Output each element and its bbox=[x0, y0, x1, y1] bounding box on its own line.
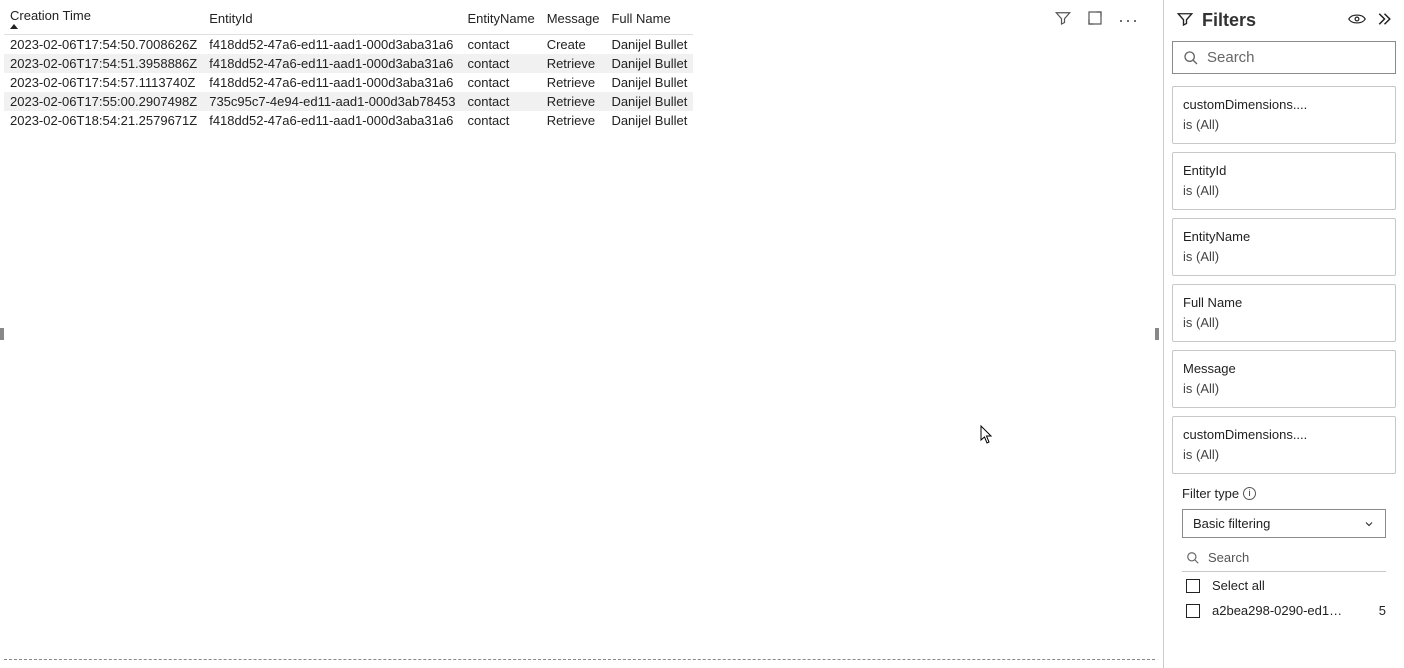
table-cell: contact bbox=[461, 73, 540, 92]
table-cell: 2023-02-06T17:54:51.3958886Z bbox=[4, 54, 203, 73]
filter-card[interactable]: EntityIdis (All) bbox=[1172, 152, 1396, 210]
table-cell: contact bbox=[461, 54, 540, 73]
table-cell: f418dd52-47a6-ed11-aad1-000d3aba31a6 bbox=[203, 73, 461, 92]
table-cell: contact bbox=[461, 92, 540, 111]
filter-type-label: Filter type bbox=[1182, 486, 1239, 501]
filter-field-name: Message bbox=[1183, 359, 1385, 379]
table-row[interactable]: 2023-02-06T17:55:00.2907498Z735c95c7-4e9… bbox=[4, 92, 693, 111]
table-cell: f418dd52-47a6-ed11-aad1-000d3aba31a6 bbox=[203, 35, 461, 55]
filter-field-name: EntityName bbox=[1183, 227, 1385, 247]
table-cell: Danijel Bullet bbox=[605, 111, 693, 130]
filter-field-name: EntityId bbox=[1183, 161, 1385, 181]
filters-search-input[interactable]: Search bbox=[1172, 41, 1396, 74]
table-cell: f418dd52-47a6-ed11-aad1-000d3aba31a6 bbox=[203, 111, 461, 130]
filter-field-name: customDimensions.... bbox=[1183, 95, 1385, 115]
table-cell: contact bbox=[461, 111, 540, 130]
table-cell: Retrieve bbox=[541, 54, 606, 73]
col-creation-time[interactable]: Creation Time bbox=[4, 3, 203, 35]
filters-pane: Filters Search customDimensions....is (A… bbox=[1164, 0, 1404, 668]
table-cell: Danijel Bullet bbox=[605, 35, 693, 55]
filter-value-row[interactable]: a2bea298-0290-ed1… 5 bbox=[1172, 597, 1396, 622]
focus-mode-icon[interactable] bbox=[1086, 9, 1104, 30]
visibility-icon[interactable] bbox=[1348, 12, 1366, 29]
table-cell: Retrieve bbox=[541, 111, 606, 130]
more-options-icon[interactable]: ··· bbox=[1118, 11, 1139, 29]
filter-field-value: is (All) bbox=[1183, 247, 1385, 267]
filter-card[interactable]: EntityNameis (All) bbox=[1172, 218, 1396, 276]
table-cell: contact bbox=[461, 35, 540, 55]
filter-field-name: customDimensions.... bbox=[1183, 425, 1385, 445]
table-row[interactable]: 2023-02-06T18:54:21.2579671Zf418dd52-47a… bbox=[4, 111, 693, 130]
filters-title: Filters bbox=[1202, 10, 1340, 31]
select-all-row[interactable]: Select all bbox=[1172, 572, 1396, 597]
table-cell: Danijel Bullet bbox=[605, 92, 693, 111]
table-cell: Danijel Bullet bbox=[605, 73, 693, 92]
filter-type-dropdown[interactable]: Basic filtering bbox=[1182, 509, 1386, 538]
filters-icon bbox=[1176, 10, 1194, 31]
filter-value-count: 5 bbox=[1379, 603, 1386, 618]
filter-field-name: Full Name bbox=[1183, 293, 1385, 313]
table-cell: Retrieve bbox=[541, 73, 606, 92]
checkbox-icon[interactable] bbox=[1186, 604, 1200, 618]
filter-type-value: Basic filtering bbox=[1193, 516, 1270, 531]
filter-card[interactable]: Full Nameis (All) bbox=[1172, 284, 1396, 342]
results-table[interactable]: Creation Time EntityId EntityName Messag… bbox=[4, 3, 693, 130]
table-cell: 2023-02-06T17:54:57.1113740Z bbox=[4, 73, 203, 92]
table-cell: 2023-02-06T17:55:00.2907498Z bbox=[4, 92, 203, 111]
filter-field-value: is (All) bbox=[1183, 115, 1385, 135]
table-cell: f418dd52-47a6-ed11-aad1-000d3aba31a6 bbox=[203, 54, 461, 73]
col-message[interactable]: Message bbox=[541, 3, 606, 35]
filter-card[interactable]: Messageis (All) bbox=[1172, 350, 1396, 408]
table-cell: 2023-02-06T17:54:50.7008626Z bbox=[4, 35, 203, 55]
resize-handle-right[interactable] bbox=[1155, 328, 1159, 340]
checkbox-icon[interactable] bbox=[1186, 579, 1200, 593]
table-row[interactable]: 2023-02-06T17:54:57.1113740Zf418dd52-47a… bbox=[4, 73, 693, 92]
filter-field-value: is (All) bbox=[1183, 379, 1385, 399]
table-cell: Danijel Bullet bbox=[605, 54, 693, 73]
filter-values-search-placeholder: Search bbox=[1208, 550, 1249, 565]
filter-icon[interactable] bbox=[1054, 9, 1072, 30]
col-entity-name[interactable]: EntityName bbox=[461, 3, 540, 35]
info-icon[interactable]: i bbox=[1243, 487, 1256, 500]
table-row[interactable]: 2023-02-06T17:54:50.7008626Zf418dd52-47a… bbox=[4, 35, 693, 55]
filter-values-search[interactable]: Search bbox=[1182, 544, 1386, 572]
col-entity-id[interactable]: EntityId bbox=[203, 3, 461, 35]
collapse-pane-icon[interactable] bbox=[1374, 11, 1392, 30]
filter-card[interactable]: customDimensions....is (All) bbox=[1172, 86, 1396, 144]
select-all-label: Select all bbox=[1212, 578, 1386, 593]
filter-value-label: a2bea298-0290-ed1… bbox=[1212, 603, 1367, 618]
resize-handle-left[interactable] bbox=[0, 328, 4, 340]
table-cell: 2023-02-06T18:54:21.2579671Z bbox=[4, 111, 203, 130]
table-cell: Retrieve bbox=[541, 92, 606, 111]
chevron-down-icon bbox=[1363, 518, 1375, 530]
filter-card-active[interactable]: customDimensions.... is (All) bbox=[1172, 416, 1396, 474]
visual-resize-border[interactable] bbox=[4, 659, 1155, 660]
filter-field-value: is (All) bbox=[1183, 445, 1385, 465]
filters-search-placeholder: Search bbox=[1207, 49, 1255, 66]
col-full-name[interactable]: Full Name bbox=[605, 3, 693, 35]
table-row[interactable]: 2023-02-06T17:54:51.3958886Zf418dd52-47a… bbox=[4, 54, 693, 73]
filter-field-value: is (All) bbox=[1183, 181, 1385, 201]
filter-field-value: is (All) bbox=[1183, 313, 1385, 333]
table-cell: 735c95c7-4e94-ed11-aad1-000d3ab78453 bbox=[203, 92, 461, 111]
table-cell: Create bbox=[541, 35, 606, 55]
